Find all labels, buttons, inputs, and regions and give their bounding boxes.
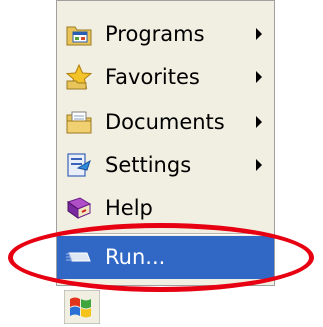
menu-item-label: Favorites (105, 65, 200, 89)
menu-item-documents[interactable]: Documents (57, 101, 274, 144)
submenu-arrow-icon (256, 159, 262, 171)
windows-flag-icon[interactable] (64, 290, 100, 324)
documents-folder-icon (66, 111, 92, 134)
menu-item-settings[interactable]: Settings (57, 144, 274, 187)
programs-folder-icon (66, 26, 92, 46)
settings-control-panel-icon (67, 153, 91, 177)
menu-item-favorites[interactable]: Favorites (57, 56, 274, 99)
submenu-arrow-icon (256, 28, 262, 40)
menu-item-label: Help (105, 196, 153, 220)
menu-item-label: Documents (105, 110, 225, 134)
highlight-ellipse (8, 223, 314, 292)
menu-item-label: Settings (105, 153, 192, 177)
submenu-arrow-icon (256, 116, 262, 128)
menu-item-programs[interactable]: Programs (57, 13, 274, 56)
submenu-arrow-icon (256, 71, 262, 83)
help-book-icon (66, 197, 92, 219)
favorites-star-icon (65, 63, 93, 90)
menu-item-label: Programs (105, 22, 205, 46)
